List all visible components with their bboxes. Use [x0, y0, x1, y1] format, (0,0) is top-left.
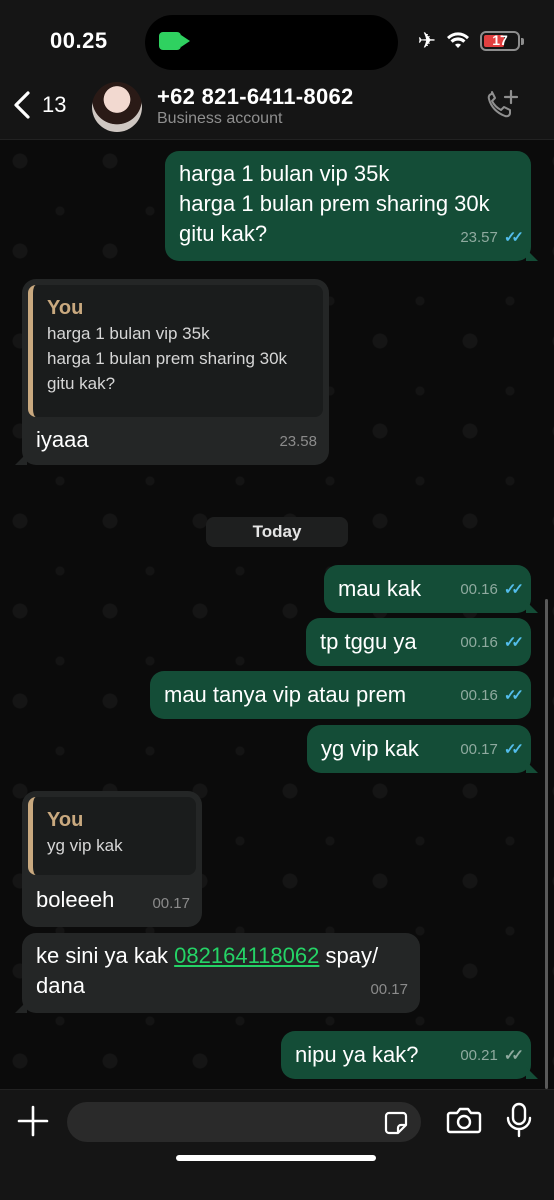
microphone-button[interactable]: [505, 1102, 533, 1143]
attach-button[interactable]: [16, 1104, 50, 1143]
message-incoming[interactable]: You yg vip kak boleeeh 00.17: [22, 791, 202, 927]
message-outgoing[interactable]: nipu ya kak? 00.21 ✓✓: [281, 1031, 538, 1079]
message-incoming[interactable]: You harga 1 bulan vip 35k harga 1 bulan …: [15, 279, 329, 465]
quote-text: gitu kak?: [47, 374, 116, 393]
message-meta: 00.21 ✓✓: [460, 1041, 524, 1071]
quoted-message[interactable]: You harga 1 bulan vip 35k harga 1 bulan …: [28, 285, 323, 417]
quote-text: harga 1 bulan vip 35k: [47, 324, 210, 343]
message-text-part: spay/: [319, 943, 379, 968]
contact-subtitle: Business account: [157, 110, 283, 127]
status-time: 00.25: [50, 28, 108, 53]
camera-icon: [446, 1107, 482, 1134]
message-text: harga 1 bulan vip 35k: [179, 161, 390, 186]
message-input[interactable]: [67, 1102, 421, 1142]
message-time: 00.21: [460, 1047, 498, 1064]
message-time: 00.16: [460, 581, 498, 598]
quoted-message[interactable]: You yg vip kak: [28, 797, 196, 875]
message-time: 00.16: [460, 687, 498, 704]
message-text: ke sini ya kak 082164118062 spay/: [36, 941, 406, 971]
quote-author: You: [47, 297, 84, 319]
message-text-part: ke sini ya kak: [36, 943, 175, 968]
message-text: tp tggu ya: [320, 629, 417, 654]
back-button[interactable]: 13: [12, 90, 66, 120]
status-indicators: ✈ 17: [417, 28, 524, 53]
airplane-icon: ✈: [417, 28, 436, 53]
quote-text: yg vip kak: [47, 836, 123, 855]
message-meta: 23.57 ✓✓: [460, 223, 524, 253]
message-incoming[interactable]: ke sini ya kak 082164118062 spay/ dana 0…: [15, 933, 420, 1013]
quote-text: harga 1 bulan prem sharing 30k: [47, 349, 288, 368]
message-time: 00.16: [460, 634, 498, 651]
message-meta: 00.16 ✓✓: [460, 628, 524, 658]
message-outgoing[interactable]: mau kak 00.16 ✓✓: [324, 565, 538, 613]
microphone-icon: [506, 1102, 532, 1138]
plus-icon: [17, 1105, 49, 1137]
wifi-icon: [447, 32, 469, 48]
message-outgoing[interactable]: yg vip kak 00.17 ✓✓: [307, 725, 538, 773]
chevron-left-icon: [14, 91, 30, 119]
avatar[interactable]: [92, 82, 142, 132]
add-call-button[interactable]: [484, 88, 520, 129]
battery-level: 17: [492, 32, 508, 48]
message-text: iyaaa: [36, 427, 89, 452]
message-text: mau kak: [338, 576, 422, 601]
message-text: mau tanya vip atau prem: [164, 682, 407, 707]
message-time: 00.17: [460, 741, 498, 758]
read-ticks-icon: ✓✓: [503, 741, 524, 758]
message-text: yg vip kak: [321, 736, 419, 761]
message-meta: 00.17 ✓✓: [460, 735, 524, 765]
read-ticks-icon: ✓✓: [503, 581, 524, 598]
unread-count: 13: [42, 92, 67, 117]
message-text: boleeeh: [36, 887, 115, 912]
message-time: 00.17: [152, 895, 190, 912]
sticker-button[interactable]: [383, 1110, 409, 1141]
message-meta: 00.17: [370, 975, 408, 1005]
camera-button[interactable]: [446, 1105, 482, 1140]
delivered-ticks-icon: ✓✓: [503, 1047, 524, 1064]
message-meta: 00.17: [152, 889, 190, 919]
message-meta: 00.16 ✓✓: [460, 575, 524, 605]
dynamic-island: [145, 15, 398, 70]
chat-header: 13 +62 821-6411-8062 Business account: [0, 80, 554, 140]
message-text: nipu ya kak?: [295, 1042, 419, 1067]
sticker-icon: [384, 1111, 408, 1135]
message-text-line2: dana: [36, 973, 85, 998]
read-ticks-icon: ✓✓: [503, 634, 524, 651]
message-time: 00.17: [370, 981, 408, 998]
read-ticks-icon: ✓✓: [503, 687, 524, 704]
contact-name[interactable]: +62 821-6411-8062: [157, 84, 354, 110]
message-meta: 23.58: [279, 427, 317, 457]
chat-area[interactable]: harga 1 bulan vip 35k harga 1 bulan prem…: [0, 141, 554, 1089]
home-indicator[interactable]: [176, 1155, 376, 1161]
status-bar: 00.25 ✈ 17: [0, 0, 554, 80]
read-ticks-icon: ✓✓: [503, 229, 524, 246]
add-call-icon: [487, 89, 519, 118]
battery-icon: 17: [480, 31, 524, 51]
message-meta: 00.16 ✓✓: [460, 681, 524, 711]
message-outgoing[interactable]: harga 1 bulan vip 35k harga 1 bulan prem…: [165, 151, 538, 261]
message-outgoing[interactable]: tp tggu ya 00.16 ✓✓: [306, 618, 531, 666]
message-time: 23.58: [279, 433, 317, 450]
phone-link[interactable]: 082164118062: [174, 943, 319, 968]
scrollbar[interactable]: [545, 599, 548, 1089]
video-camera-icon: [159, 32, 190, 50]
composer-bar: [0, 1089, 554, 1200]
message-text: harga 1 bulan prem sharing 30k: [179, 191, 490, 216]
date-divider: Today: [206, 517, 348, 547]
message-outgoing[interactable]: mau tanya vip atau prem 00.16 ✓✓: [150, 671, 531, 719]
message-time: 23.57: [460, 229, 498, 246]
quote-author: You: [47, 809, 84, 831]
